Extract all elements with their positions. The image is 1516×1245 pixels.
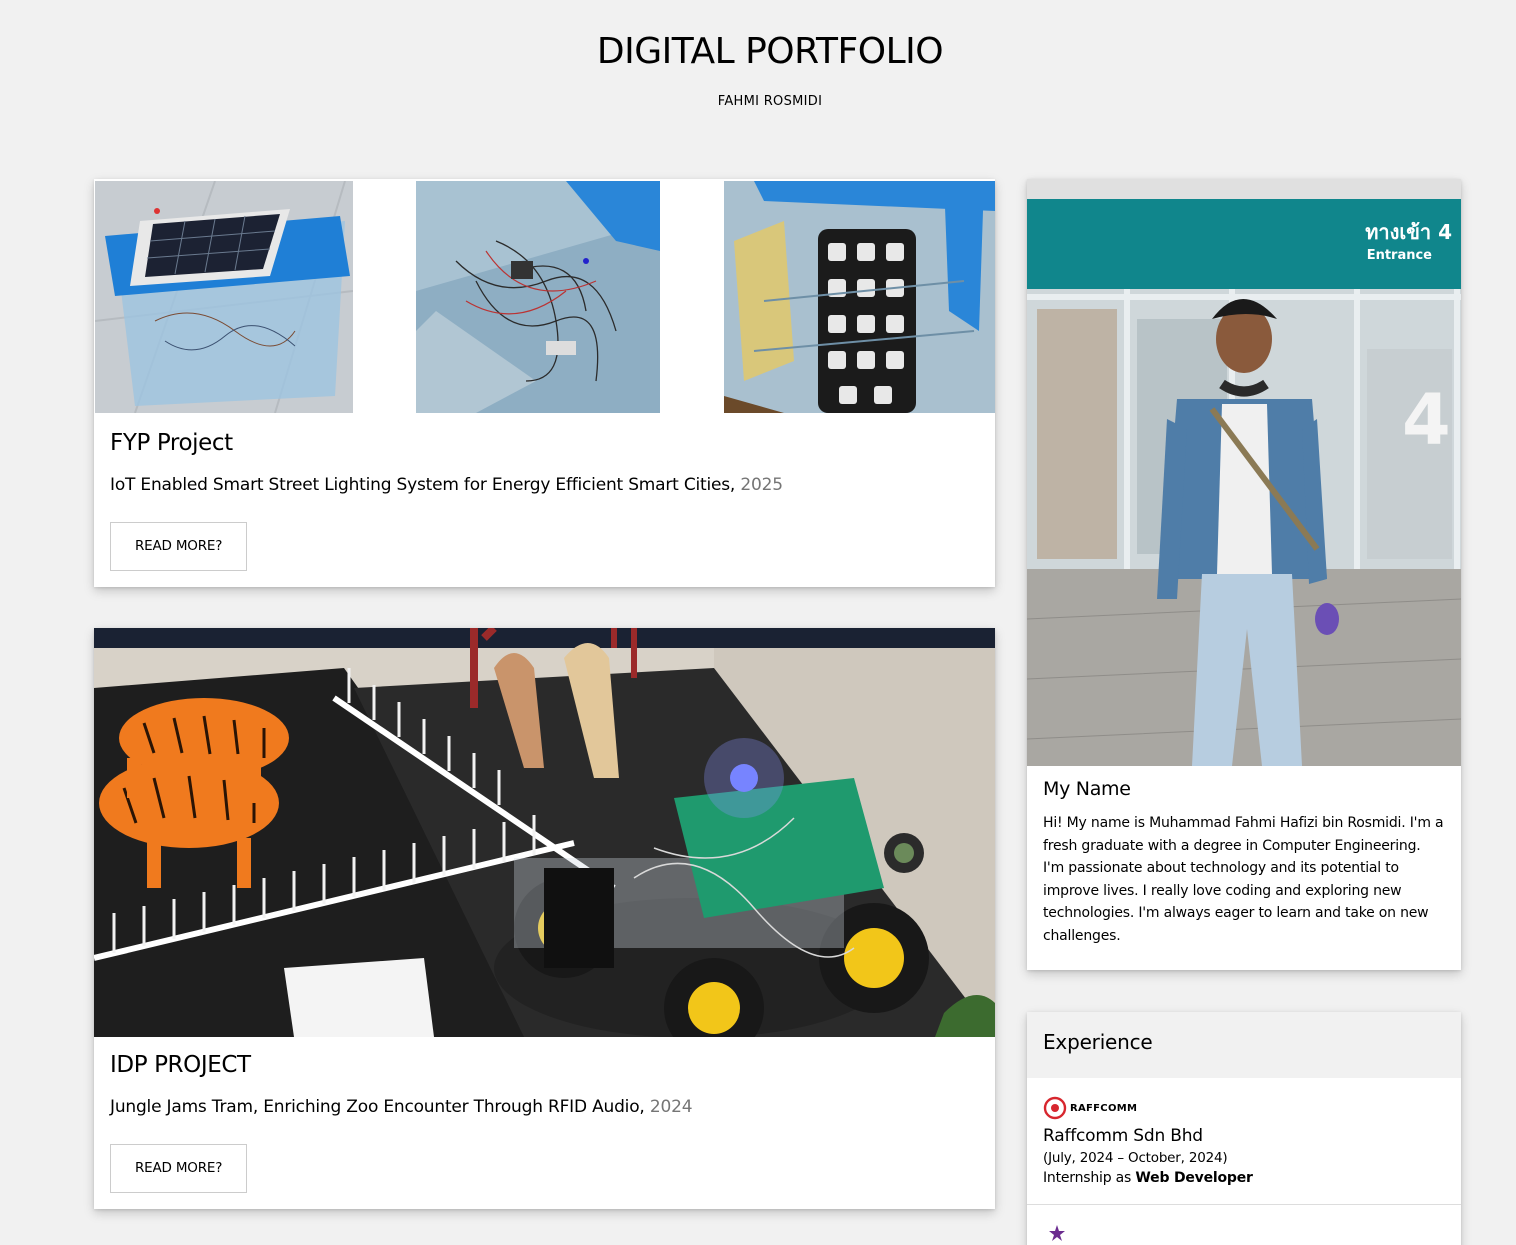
experience-role-prefix: Internship as: [1043, 1170, 1132, 1186]
fyp-photo-solar-box[interactable]: [95, 181, 353, 413]
profile-title: My Name: [1043, 778, 1131, 800]
experience-item-next: [1027, 1205, 1461, 1245]
experience-role: Internship as Web Developer: [1043, 1170, 1445, 1186]
svg-text:4: 4: [1402, 379, 1451, 461]
site-header: DIGITAL PORTFOLIO FAHMI ROSMIDI: [0, 0, 1516, 109]
profile-card: ทางเข้า 4 Entrance 4 My Name Hi! My name…: [1027, 179, 1461, 970]
project-card-fyp: FYP Project IoT Enabled Smart Street Lig…: [94, 179, 995, 587]
experience-dates: (July, 2024 – October, 2024): [1043, 1150, 1228, 1166]
site-title: DIGITAL PORTFOLIO: [596, 31, 944, 72]
profile-bio: Hi! My name is Muhammad Fahmi Hafizi bin…: [1043, 815, 1444, 944]
raffcomm-logo-text: RAFFCOMM: [1070, 1102, 1138, 1114]
experience-item: RAFFCOMM Raffcomm Sdn Bhd (July, 2024 – …: [1027, 1078, 1461, 1205]
experience-company: Raffcomm Sdn Bhd: [1043, 1126, 1203, 1146]
project-description-text: IoT Enabled Smart Street Lighting System…: [110, 475, 736, 495]
profile-body: My Name Hi! My name is Muhammad Fahmi Ha…: [1027, 766, 1461, 963]
project-title: IDP PROJECT: [110, 1052, 251, 1078]
entrance-sign-text: ทางเข้า 4: [1365, 220, 1452, 244]
fyp-photo-led-panel[interactable]: [724, 181, 995, 413]
entrance-sign-sub: Entrance: [1367, 248, 1432, 263]
raffcomm-logo-icon: [1043, 1096, 1067, 1120]
site-subtitle: FAHMI ROSMIDI: [717, 94, 823, 109]
profile-photo: ทางเข้า 4 Entrance 4: [1027, 179, 1461, 766]
next-company-logo-icon: [1049, 1225, 1065, 1241]
idp-photo-zoo-tram[interactable]: [94, 628, 995, 1037]
read-more-button[interactable]: READ MORE?: [110, 1144, 248, 1193]
idp-card-body: IDP PROJECT Jungle Jams Tram, Enriching …: [94, 1037, 995, 1209]
experience-card: Experience RAFFCOMM Raffcomm Sdn Bhd (Ju…: [1027, 1012, 1461, 1245]
project-year: 2025: [740, 475, 783, 495]
project-description: Jungle Jams Tram, Enriching Zoo Encounte…: [110, 1096, 979, 1118]
fyp-photo-wiring[interactable]: [416, 181, 660, 413]
fyp-card-body: FYP Project IoT Enabled Smart Street Lig…: [94, 415, 995, 587]
raffcomm-logo: RAFFCOMM: [1043, 1096, 1445, 1120]
fyp-image-gallery: [94, 179, 995, 415]
experience-role-title: Web Developer: [1135, 1170, 1253, 1186]
project-year: 2024: [649, 1097, 693, 1117]
read-more-button[interactable]: READ MORE?: [110, 522, 248, 571]
project-title: FYP Project: [110, 430, 233, 456]
project-card-idp: IDP PROJECT Jungle Jams Tram, Enriching …: [94, 628, 995, 1209]
project-description-text: Jungle Jams Tram, Enriching Zoo Encounte…: [110, 1097, 645, 1117]
experience-heading: Experience: [1027, 1012, 1461, 1078]
project-description: IoT Enabled Smart Street Lighting System…: [110, 474, 979, 496]
